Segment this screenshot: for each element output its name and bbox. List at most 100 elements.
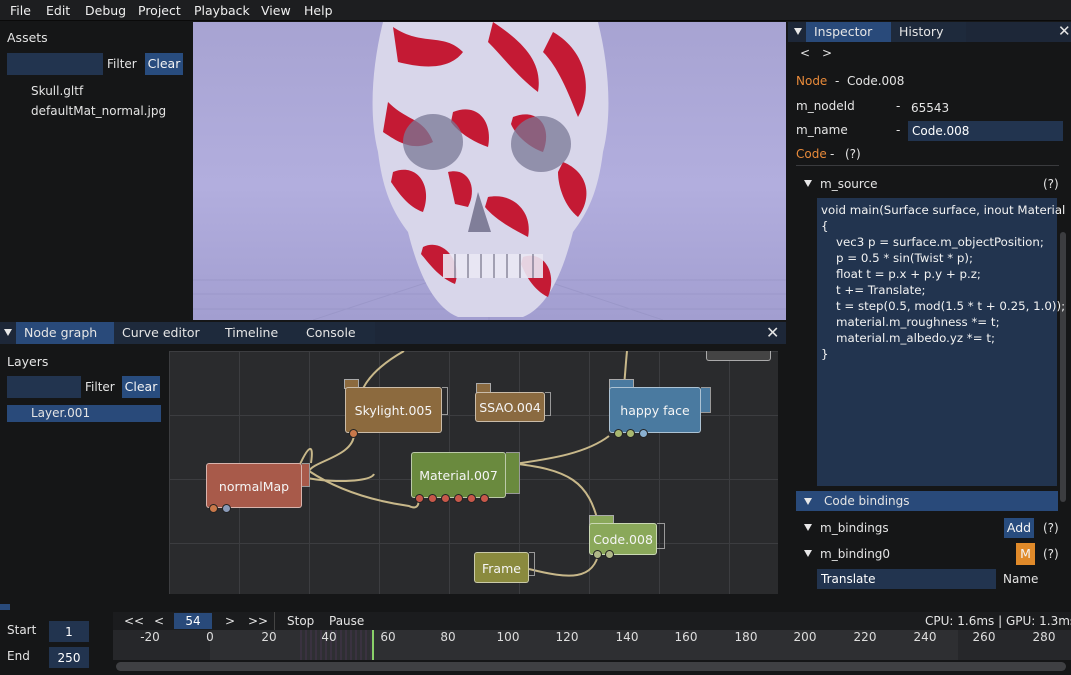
divider [274,612,275,630]
tick-label: 140 [615,630,639,644]
separator: - [896,99,901,113]
node-input-pin[interactable] [639,429,648,438]
timeline-scrollbar[interactable] [116,662,1066,671]
code-bindings-header[interactable]: Code bindings [796,491,1058,511]
viewport[interactable] [193,22,786,320]
start-frame-input[interactable] [49,621,89,642]
close-icon[interactable]: ✕ [1058,22,1071,40]
node-input-pin[interactable] [441,494,450,503]
node-skylight[interactable]: Skylight.005 [345,387,442,433]
node-ssao[interactable]: SSAO.004 [475,392,545,422]
node-frame[interactable]: Frame [474,552,529,583]
menu-file[interactable]: File [10,3,31,18]
tab-node-graph[interactable]: Node graph [16,322,114,344]
tick-label: 100 [496,630,520,644]
node-output-tab [506,452,520,494]
tick-label: 60 [380,630,396,644]
menu-bar: File Edit Debug Project Playback View He… [0,0,1071,21]
add-binding-button[interactable]: Add [1004,518,1034,538]
node-input-pin[interactable] [222,504,231,513]
code-label: Code [796,147,827,161]
code-line: material.m_albedo.yz *= t; [821,331,995,345]
node-input-pin[interactable] [605,550,614,559]
assets-clear-button[interactable]: Clear [145,53,183,75]
end-frame-input[interactable] [49,647,89,668]
node-input-pin[interactable] [209,504,218,513]
chevron-down-icon[interactable] [804,524,812,531]
pause-button[interactable]: Pause [329,614,364,628]
node-happy-face[interactable]: happy face [609,387,701,433]
menu-view[interactable]: View [261,3,291,18]
stop-button[interactable]: Stop [287,614,314,628]
name-input[interactable] [908,121,1063,141]
node-input-pin[interactable] [349,429,358,438]
jump-start-button[interactable]: << [124,614,144,628]
node-input-pin[interactable] [415,494,424,503]
node-material[interactable]: Material.007 [411,452,506,498]
node-input-pin[interactable] [614,429,623,438]
node-output-tab [442,387,448,415]
node-graph-canvas[interactable]: Skylight.005 SSAO.004 happy face normalM… [169,351,778,594]
current-frame-input[interactable] [174,613,212,629]
jump-end-button[interactable]: >> [248,614,268,628]
binding-type-button[interactable]: M [1016,543,1035,565]
nav-back-button[interactable]: < [800,46,810,60]
help-icon[interactable]: (?) [1043,177,1059,191]
assets-filter-input[interactable] [7,53,103,75]
tab-timeline[interactable]: Timeline [217,322,298,344]
tick-label: 280 [1032,630,1056,644]
layers-title: Layers [7,354,49,369]
tab-console[interactable]: Console [298,322,375,344]
code-line: vec3 p = surface.m_objectPosition; [821,235,1044,249]
bottom-tab-bar: Node graph Curve editor Timeline Console… [0,322,786,344]
panel-menu-icon[interactable] [4,329,12,336]
node-input-pin[interactable] [454,494,463,503]
code-line: t = step(0.5, mod(1.5 * t + 0.25, 1.0)); [821,299,1066,313]
tab-curve-editor[interactable]: Curve editor [114,322,217,344]
close-icon[interactable]: ✕ [766,323,779,342]
layers-filter-label: Filter [85,380,115,394]
end-label: End [7,649,30,663]
node-label: Node [796,74,828,88]
node-input-pin[interactable] [467,494,476,503]
name-column-label: Name [1003,572,1039,586]
help-icon[interactable]: (?) [1043,521,1059,535]
tab-inspector[interactable]: Inspector [806,22,891,42]
node-input-pin[interactable] [593,550,602,559]
node-input-pin[interactable] [480,494,489,503]
asset-file[interactable]: Skull.gltf [31,84,83,98]
menu-edit[interactable]: Edit [46,3,70,18]
help-icon[interactable]: (?) [1043,547,1059,561]
panel-menu-icon[interactable] [794,28,802,35]
tick-label: 0 [206,630,214,644]
code-line: float t = p.x + p.y + p.z; [821,267,981,281]
step-forward-button[interactable]: > [225,614,235,628]
menu-project[interactable]: Project [138,3,181,18]
layers-filter-input[interactable] [7,376,81,398]
tab-history[interactable]: History [891,22,966,42]
scrollbar[interactable] [1060,232,1066,502]
binding-name-input[interactable] [817,569,996,589]
node-input-pin[interactable] [428,494,437,503]
menu-help[interactable]: Help [304,3,333,18]
help-icon[interactable]: (?) [845,147,861,161]
asset-file[interactable]: defaultMat_normal.jpg [31,104,166,118]
node-input-pin[interactable] [626,429,635,438]
panel-grip[interactable] [0,604,10,610]
code-bindings-title: Code bindings [824,494,910,508]
nodeid-label: m_nodeId [796,99,855,113]
node-value: Code.008 [847,74,905,88]
step-back-button[interactable]: < [154,614,164,628]
separator: - [835,74,840,88]
chevron-down-icon[interactable] [804,550,812,557]
nav-forward-button[interactable]: > [822,46,832,60]
node-offscreen[interactable] [706,351,771,361]
menu-playback[interactable]: Playback [194,3,250,18]
menu-debug[interactable]: Debug [85,3,126,18]
node-normalmap[interactable]: normalMap [206,463,302,508]
chevron-down-icon[interactable] [804,180,812,187]
inspector-tab-bar: Inspector History ✕ [788,22,1071,42]
perf-readout: CPU: 1.6ms | GPU: 1.3ms [925,614,1071,628]
layers-clear-button[interactable]: Clear [122,376,160,398]
layer-item[interactable]: Layer.001 [7,405,161,422]
